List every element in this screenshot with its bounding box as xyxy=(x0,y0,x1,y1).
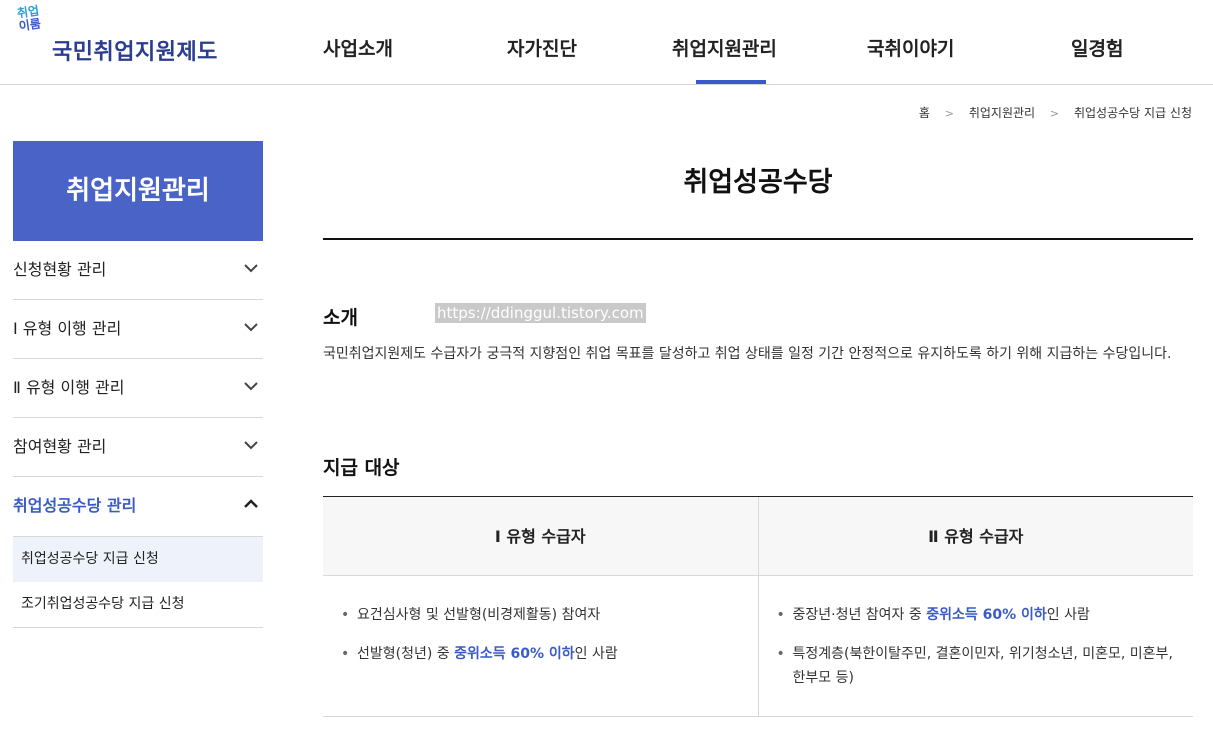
eligibility-table: Ⅰ 유형 수급자 Ⅱ 유형 수급자 요건심사형 및 선발형(비경제활동) 참여자… xyxy=(323,496,1193,717)
list-item-text: 특정계층(북한이탈주민, 결혼이민자, 위기청소년, 미혼모, 미혼부, 한부모… xyxy=(792,646,1173,686)
list-item-text: 인 사람 xyxy=(574,646,618,662)
sidebar-item-type2-management[interactable]: Ⅱ 유형 이행 관리 xyxy=(13,359,263,418)
highlight-text: 중위소득 60% 이하 xyxy=(454,646,575,662)
intro-text: 국민취업지원제도 수급자가 궁극적 지향점인 취업 목표를 달성하고 취업 상태… xyxy=(323,346,1172,362)
nav-item-business-intro[interactable]: 사업소개 xyxy=(323,34,393,61)
nav-active-indicator xyxy=(696,80,766,84)
site-header: 취업 이룸 국민취업지원제도 사업소개 자가진단 취업지원관리 국취이야기 일경… xyxy=(0,0,1213,85)
sidebar-menu: 신청현황 관리 Ⅰ 유형 이행 관리 Ⅱ 유형 이행 관리 참여현황 관리 취업… xyxy=(13,241,263,628)
watermark: https://ddinggul.tistory.com xyxy=(435,303,646,323)
logo-name: 국민취업지원제도 xyxy=(52,40,218,65)
target-heading: 지급 대상 xyxy=(323,457,400,479)
list-item-text: 인 사람 xyxy=(1046,607,1090,623)
chevron-down-icon xyxy=(243,300,259,358)
list-item: 중장년·청년 참여자 중 중위소득 60% 이하인 사람 xyxy=(777,603,1178,627)
table-header-type2: Ⅱ 유형 수급자 xyxy=(757,497,1194,575)
sidebar-subitem-early-allowance-apply[interactable]: 조기취업성공수당 지급 신청 xyxy=(13,582,263,627)
main-nav: 사업소개 자가진단 취업지원관리 국취이야기 일경험 xyxy=(285,0,1213,85)
sidebar-item-application-status[interactable]: 신청현황 관리 xyxy=(13,241,263,300)
breadcrumb-home[interactable]: 홈 xyxy=(919,106,930,120)
nav-item-self-diagnosis[interactable]: 자가진단 xyxy=(507,34,577,61)
sidebar-title: 취업지원관리 xyxy=(13,141,263,241)
title-divider xyxy=(323,238,1193,240)
chevron-down-icon xyxy=(243,359,259,417)
highlight-text: 중위소득 60% 이하 xyxy=(926,607,1047,623)
breadcrumb: 홈 > 취업지원관리 > 취업성공수당 지급 신청 xyxy=(919,104,1192,121)
chevron-right-icon: > xyxy=(1049,107,1060,120)
chevron-down-icon xyxy=(243,418,259,476)
table-header-type1: Ⅰ 유형 수급자 xyxy=(494,527,586,546)
list-item: 선발형(청년) 중 중위소득 60% 이하인 사람 xyxy=(341,642,742,666)
sidebar-item-label: Ⅱ 유형 이행 관리 xyxy=(13,378,125,397)
type1-eligibility-list: 요건심사형 및 선발형(비경제활동) 참여자 선발형(청년) 중 중위소득 60… xyxy=(323,576,758,716)
table-header-row: Ⅰ 유형 수급자 Ⅱ 유형 수급자 xyxy=(323,497,1193,576)
sidebar-submenu: 취업성공수당 지급 신청 조기취업성공수당 지급 신청 xyxy=(13,536,263,628)
type2-eligibility-list: 중장년·청년 참여자 중 중위소득 60% 이하인 사람 특정계층(북한이탈주민… xyxy=(757,576,1194,716)
table-body-row: 요건심사형 및 선발형(비경제활동) 참여자 선발형(청년) 중 중위소득 60… xyxy=(323,576,1193,716)
list-item-text: 중장년·청년 참여자 중 xyxy=(792,607,927,623)
logo-mark-line2: 이룸 xyxy=(17,16,42,34)
breadcrumb-section[interactable]: 취업지원관리 xyxy=(969,106,1035,120)
sidebar-item-label: 신청현황 관리 xyxy=(13,260,107,279)
list-item: 특정계층(북한이탈주민, 결혼이민자, 위기청소년, 미혼모, 미혼부, 한부모… xyxy=(777,642,1178,690)
chevron-down-icon xyxy=(243,241,259,299)
nav-item-stories[interactable]: 국취이야기 xyxy=(867,34,954,61)
sidebar-item-participation-status[interactable]: 참여현황 관리 xyxy=(13,418,263,477)
logo-mark: 취업 이룸 xyxy=(16,4,42,34)
sidebar-item-success-allowance[interactable]: 취업성공수당 관리 xyxy=(13,477,263,536)
sidebar-item-type1-management[interactable]: Ⅰ 유형 이행 관리 xyxy=(13,300,263,359)
list-item-text: 선발형(청년) 중 xyxy=(357,646,455,662)
sidebar-item-label: Ⅰ 유형 이행 관리 xyxy=(13,319,122,338)
site-logo[interactable]: 취업 이룸 국민취업지원제도 xyxy=(16,4,246,66)
page-title: 취업성공수당 xyxy=(683,167,833,198)
sidebar-item-label: 참여현황 관리 xyxy=(13,437,107,456)
intro-heading: 소개 xyxy=(323,307,358,329)
list-item: 요건심사형 및 선발형(비경제활동) 참여자 xyxy=(341,603,742,627)
chevron-right-icon: > xyxy=(944,107,955,120)
breadcrumb-current: 취업성공수당 지급 신청 xyxy=(1073,106,1192,120)
nav-item-work-experience[interactable]: 일경험 xyxy=(1071,34,1123,61)
list-item-text: 요건심사형 및 선발형(비경제활동) 참여자 xyxy=(357,607,601,623)
nav-item-employment-support[interactable]: 취업지원관리 xyxy=(672,34,777,61)
chevron-up-icon xyxy=(243,477,259,535)
sidebar-subitem-success-allowance-apply[interactable]: 취업성공수당 지급 신청 xyxy=(13,537,263,582)
sidebar-item-label: 취업성공수당 관리 xyxy=(13,496,137,515)
